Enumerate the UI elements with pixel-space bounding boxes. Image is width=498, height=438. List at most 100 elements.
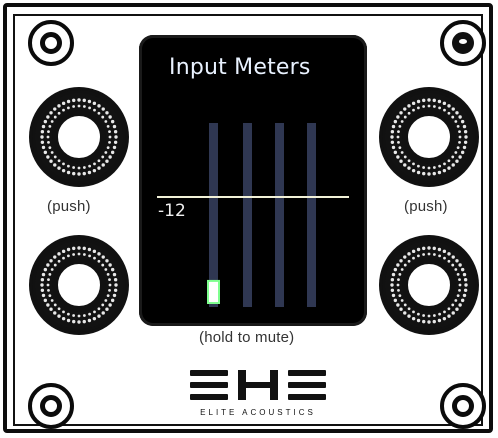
knob-grip-dot: [464, 135, 468, 139]
knob-grip-dot: [113, 130, 118, 134]
knob-grip-dot: [77, 98, 81, 102]
knob-grip-dot: [427, 320, 431, 324]
knob-grip-dot: [108, 263, 112, 267]
knob-grip-dot: [403, 263, 407, 267]
knob-grip-dot: [49, 159, 53, 163]
knob-grip-dot: [82, 253, 86, 256]
knob-grip-dot: [41, 293, 46, 298]
knob-bottom-right[interactable]: [382, 238, 476, 332]
knob-grip-dot: [454, 299, 458, 302]
knob-grip-dot: [41, 272, 46, 277]
knob-grip-dot: [407, 307, 411, 311]
knob-grip-dot: [87, 99, 92, 104]
knob-grip-dot: [114, 283, 118, 287]
knob-grip-dot: [393, 267, 398, 272]
knob-grip-dot: [92, 101, 97, 106]
knob-grip-dot: [432, 319, 436, 324]
knob-grip-dot: [451, 263, 455, 267]
knob-grip-dot: [447, 111, 451, 115]
knob-grip-dot: [101, 155, 105, 159]
knob-grip-dot: [403, 115, 407, 119]
knob-cap: [402, 258, 456, 312]
knob-grip-dot: [432, 166, 436, 169]
knob-grip-dot: [437, 318, 442, 323]
knob-grip-dot: [407, 159, 411, 163]
knob-grip-dot: [411, 101, 416, 106]
knob-grip-dot: [43, 298, 48, 303]
knob-bottom-left[interactable]: [32, 238, 126, 332]
knob-grip-dot: [53, 303, 57, 307]
knob-grip-dot: [66, 106, 70, 110]
knob-grip-dot: [105, 307, 109, 311]
knob-grip-dot: [451, 255, 455, 259]
knob-grip-dot: [62, 310, 65, 314]
knob-grip-dot: [105, 111, 109, 115]
knob-grip-dot: [46, 263, 50, 267]
knob-grip-dot: [110, 298, 115, 303]
knob-grip-dot: [88, 106, 92, 110]
knob-grip-dot: [451, 155, 455, 159]
knob-grip-dot: [390, 135, 394, 139]
knob-grip-dot: [77, 320, 81, 324]
knob-grip-dot: [456, 272, 460, 276]
knob-cap: [52, 110, 106, 164]
knob-grip-dot: [40, 278, 45, 282]
knob-grip-dot: [416, 164, 420, 168]
panel-frame: (push) (push) (hold to mute) Input Meter…: [0, 0, 498, 438]
knob-grip-dot: [400, 299, 404, 302]
knob-grip-dot: [57, 104, 61, 108]
knob-grip-dot: [93, 162, 96, 166]
knob-grip-dot: [108, 135, 112, 139]
knob-grip-dot: [451, 163, 455, 167]
knob-grip-dot: [97, 307, 101, 311]
knob-grip-dot: [391, 145, 396, 150]
knob-grip-dot: [50, 120, 54, 123]
knob-grip-dot: [104, 299, 108, 302]
knob-grip-dot: [460, 119, 465, 124]
knob-grip-dot: [108, 140, 111, 144]
knob-grip-dot: [456, 294, 460, 298]
knob-grip-dot: [48, 146, 52, 150]
knob-grip-dot: [447, 252, 451, 256]
knob-top-right[interactable]: [382, 90, 476, 184]
meter-track-4: [307, 123, 316, 307]
knob-grip-dot: [53, 255, 57, 259]
knob-grip-dot: [451, 107, 455, 111]
knob-grip-dot: [82, 319, 86, 324]
knob-grip-dot: [458, 115, 462, 119]
knob-grip-dot: [50, 299, 54, 302]
knob-grip-dot: [101, 303, 105, 307]
knob-grip-dot: [49, 111, 53, 115]
knob-grip-dot: [104, 268, 108, 271]
knob-grip-dot: [106, 294, 110, 298]
knob-grip-dot: [398, 124, 402, 128]
knob-grip-dot: [458, 283, 462, 287]
knob-grip-dot: [407, 104, 411, 108]
meter-track-2: [243, 123, 252, 307]
knob-grip-dot: [447, 259, 451, 263]
knob-grip-dot: [112, 145, 117, 150]
oled-display: Input Meters -12: [139, 35, 367, 326]
knob-top-left[interactable]: [32, 90, 126, 184]
knob-grip-dot: [66, 164, 70, 168]
knob-grip-dot: [108, 155, 112, 159]
knob-grip-dot: [108, 278, 111, 282]
knob-grip-dot: [416, 312, 420, 316]
knob-grip-dot: [53, 155, 57, 159]
push-label-right: (push): [404, 198, 448, 215]
knob-grip-dot: [456, 124, 460, 128]
knob-grip-dot: [460, 267, 465, 272]
knob-grip-dot: [88, 164, 92, 168]
knob-grip-dot: [72, 166, 76, 169]
screw-bottom-left-icon: [28, 383, 74, 429]
knob-grip-dot: [443, 256, 446, 260]
knob-grip-dot: [47, 278, 50, 282]
knob-grip-dot: [438, 106, 442, 110]
knob-grip-dot: [397, 278, 400, 282]
knob-grip-dot: [458, 130, 461, 134]
knob-grip-dot: [66, 247, 71, 252]
knob-grip-dot: [72, 246, 76, 251]
knob-grip-dot: [62, 108, 65, 112]
knob-grip-dot: [411, 249, 416, 254]
knob-grip-dot: [458, 288, 461, 292]
